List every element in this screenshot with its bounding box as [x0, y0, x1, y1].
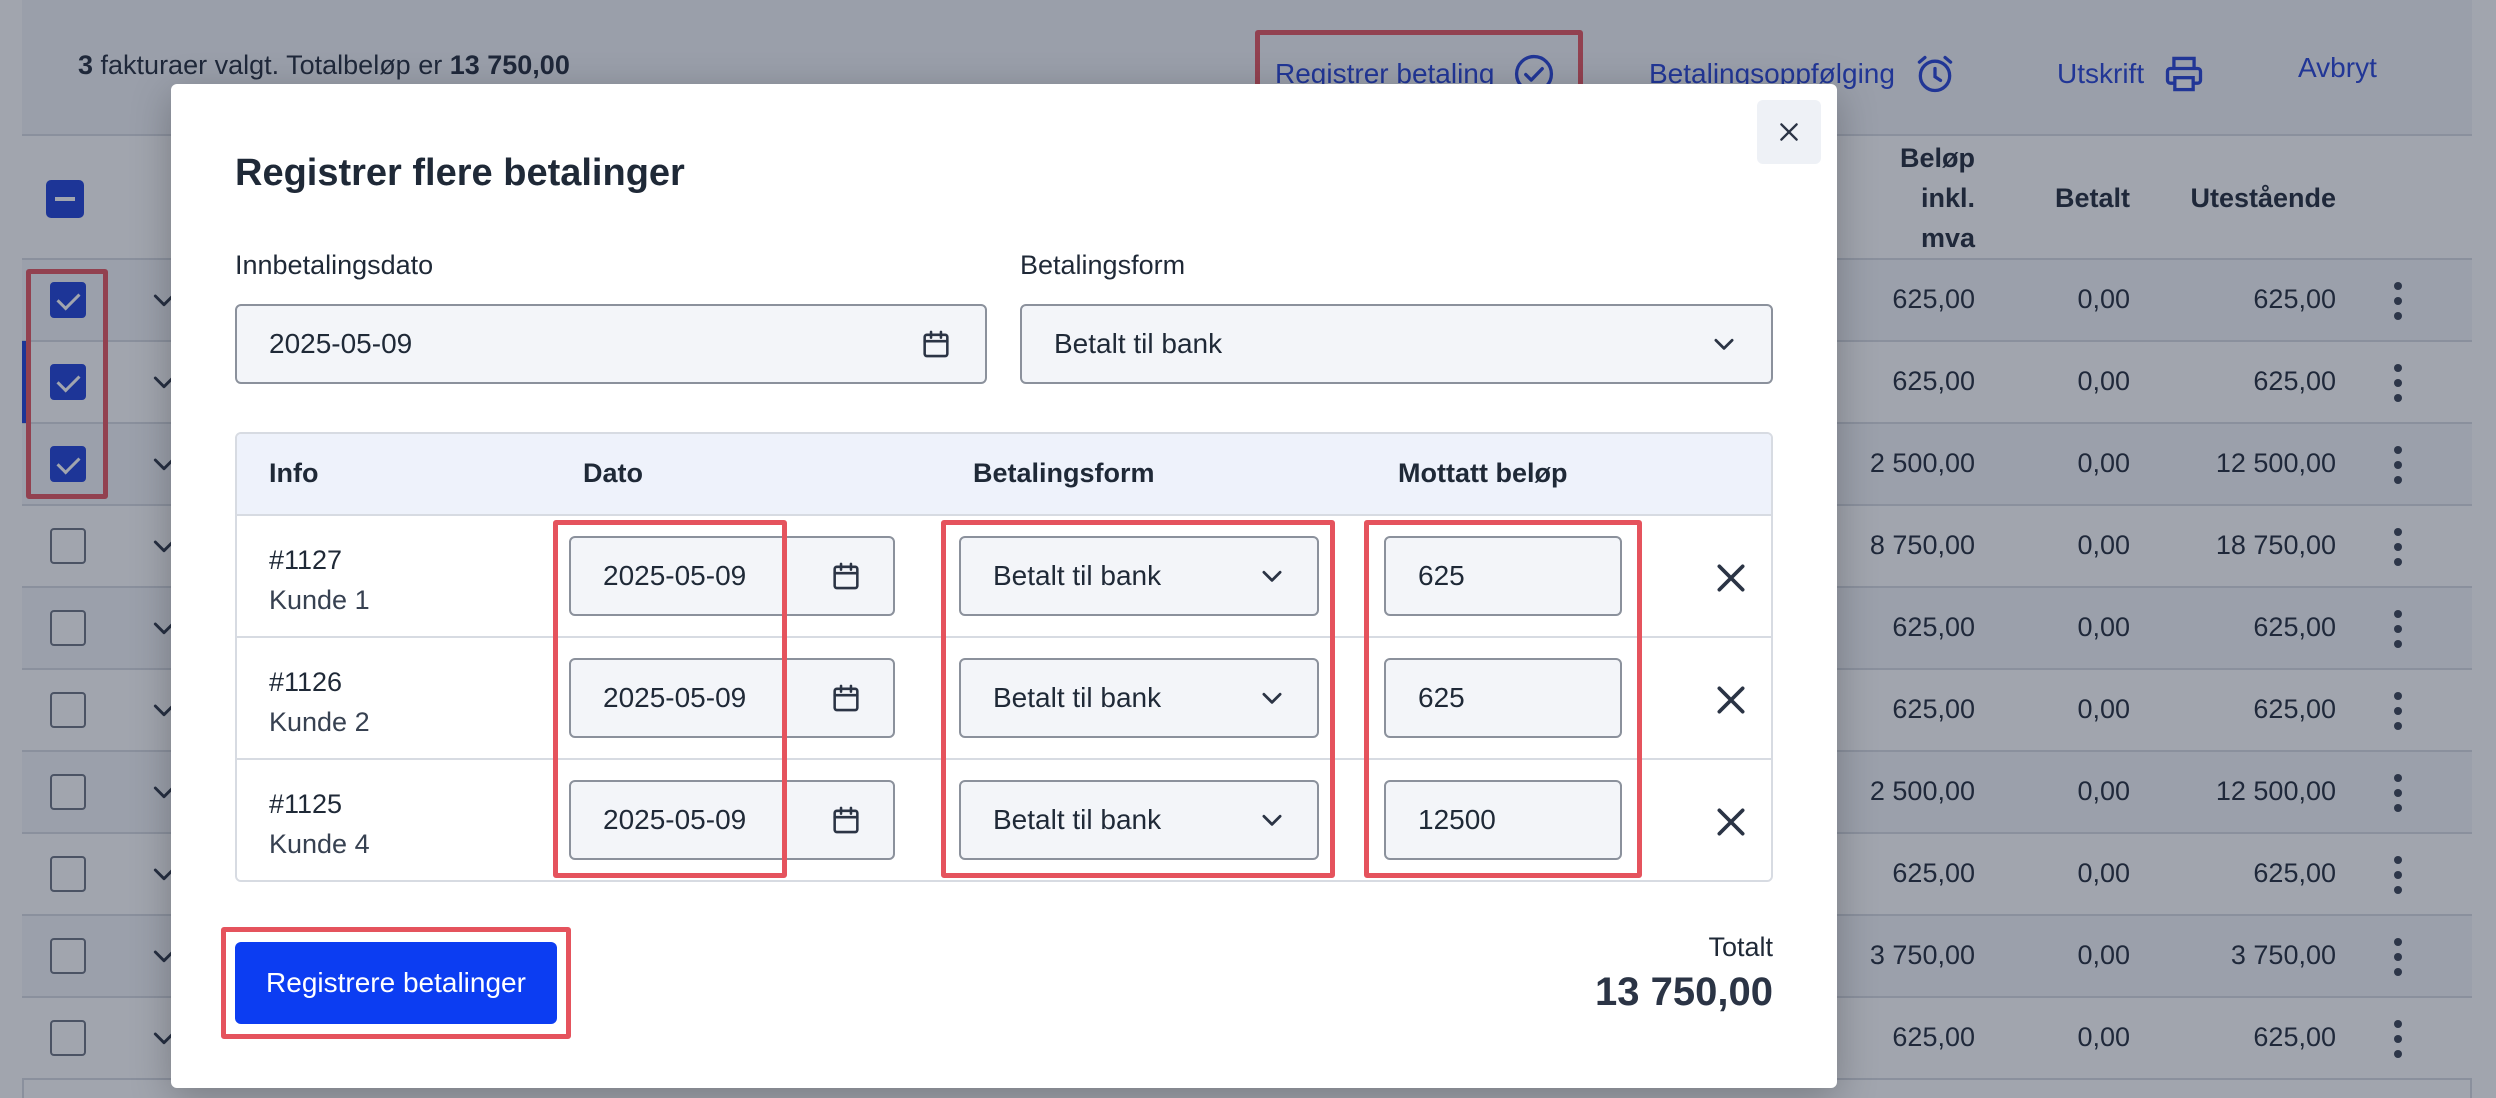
calendar-icon[interactable] [829, 559, 863, 593]
payment-date-label: Innbetalingsdato [235, 250, 434, 280]
payment-row-method: Betalt til bank [993, 682, 1162, 713]
payment-row-date-field[interactable]: 2025-05-09 [569, 780, 895, 860]
close-icon [1711, 564, 1751, 601]
payment-row-method-select[interactable]: Betalt til bank [959, 658, 1319, 738]
payment-row-amount-input[interactable]: 12500 [1384, 780, 1622, 860]
column-info: Info [269, 458, 319, 488]
payment-row-date-field[interactable]: 2025-05-09 [569, 658, 895, 738]
payment-date-field[interactable]: 2025-05-09 [235, 304, 987, 384]
calendar-icon[interactable] [919, 327, 953, 361]
remove-row-button[interactable] [1711, 802, 1751, 842]
payment-row-amount: 625 [1418, 682, 1465, 713]
payment-row-date-field[interactable]: 2025-05-09 [569, 536, 895, 616]
close-icon [1780, 123, 1798, 141]
payment-method-value: Betalt til bank [1054, 328, 1223, 359]
payment-method-label: Betalingsform [1020, 250, 1186, 280]
total-value: 13 750,00 [1595, 970, 1773, 1014]
modal-title: Registrer flere betalinger [235, 152, 685, 194]
customer-name: Kunde 2 [269, 707, 370, 737]
customer-name: Kunde 1 [269, 585, 370, 615]
remove-row-button[interactable] [1711, 680, 1751, 720]
register-payments-button[interactable]: Registrere betalinger [235, 942, 557, 1024]
payment-row-date: 2025-05-09 [603, 682, 747, 713]
payment-row-amount: 12500 [1418, 804, 1496, 835]
payment-row-method: Betalt til bank [993, 804, 1162, 835]
payment-row-method-select[interactable]: Betalt til bank [959, 536, 1319, 616]
calendar-icon[interactable] [829, 803, 863, 837]
payment-row-method-select[interactable]: Betalt til bank [959, 780, 1319, 860]
payment-method-select[interactable]: Betalt til bank [1020, 304, 1773, 384]
payment-info: #1125 Kunde 4 [269, 784, 370, 864]
invoice-number: #1125 [269, 789, 343, 819]
invoice-number: #1126 [269, 667, 343, 697]
total-label: Totalt [1708, 932, 1773, 962]
remove-row-button[interactable] [1711, 558, 1751, 598]
payment-row-amount-input[interactable]: 625 [1384, 658, 1622, 738]
payment-info: #1126 Kunde 2 [269, 662, 370, 742]
payment-info: #1127 Kunde 1 [269, 540, 370, 620]
chevron-down-icon [1262, 570, 1282, 582]
payment-row-date: 2025-05-09 [603, 560, 747, 591]
close-modal-button[interactable] [1757, 100, 1821, 164]
payment-row-method: Betalt til bank [993, 560, 1162, 591]
invoice-number: #1127 [269, 545, 343, 575]
payment-date-value: 2025-05-09 [269, 328, 413, 359]
payment-row-amount: 625 [1418, 560, 1465, 591]
chevron-down-icon [1262, 814, 1282, 826]
calendar-icon[interactable] [829, 681, 863, 715]
customer-name: Kunde 4 [269, 829, 370, 859]
payments-table-header: Info Dato Betalingsform Mottatt beløp [237, 434, 1771, 516]
register-payments-modal: Registrer flere betalinger Innbetalingsd… [171, 84, 1837, 1088]
payment-row: #1127 Kunde 1 2025-05-09 Betalt til bank 625 [237, 516, 1771, 638]
payments-table: Info Dato Betalingsform Mottatt beløp #1… [235, 432, 1773, 882]
payment-row: #1125 Kunde 4 2025-05-09 Betalt til bank 125… [237, 760, 1771, 880]
payment-row-date: 2025-05-09 [603, 804, 747, 835]
column-amount: Mottatt beløp [1398, 458, 1568, 488]
chevron-down-icon [1714, 338, 1734, 350]
close-icon [1711, 808, 1751, 845]
column-date: Dato [583, 458, 643, 488]
chevron-down-icon [1262, 692, 1282, 704]
payment-row-amount-input[interactable]: 625 [1384, 536, 1622, 616]
close-icon [1711, 686, 1751, 723]
payment-row: #1126 Kunde 2 2025-05-09 Betalt til bank 625 [237, 638, 1771, 760]
column-method: Betalingsform [973, 458, 1155, 488]
